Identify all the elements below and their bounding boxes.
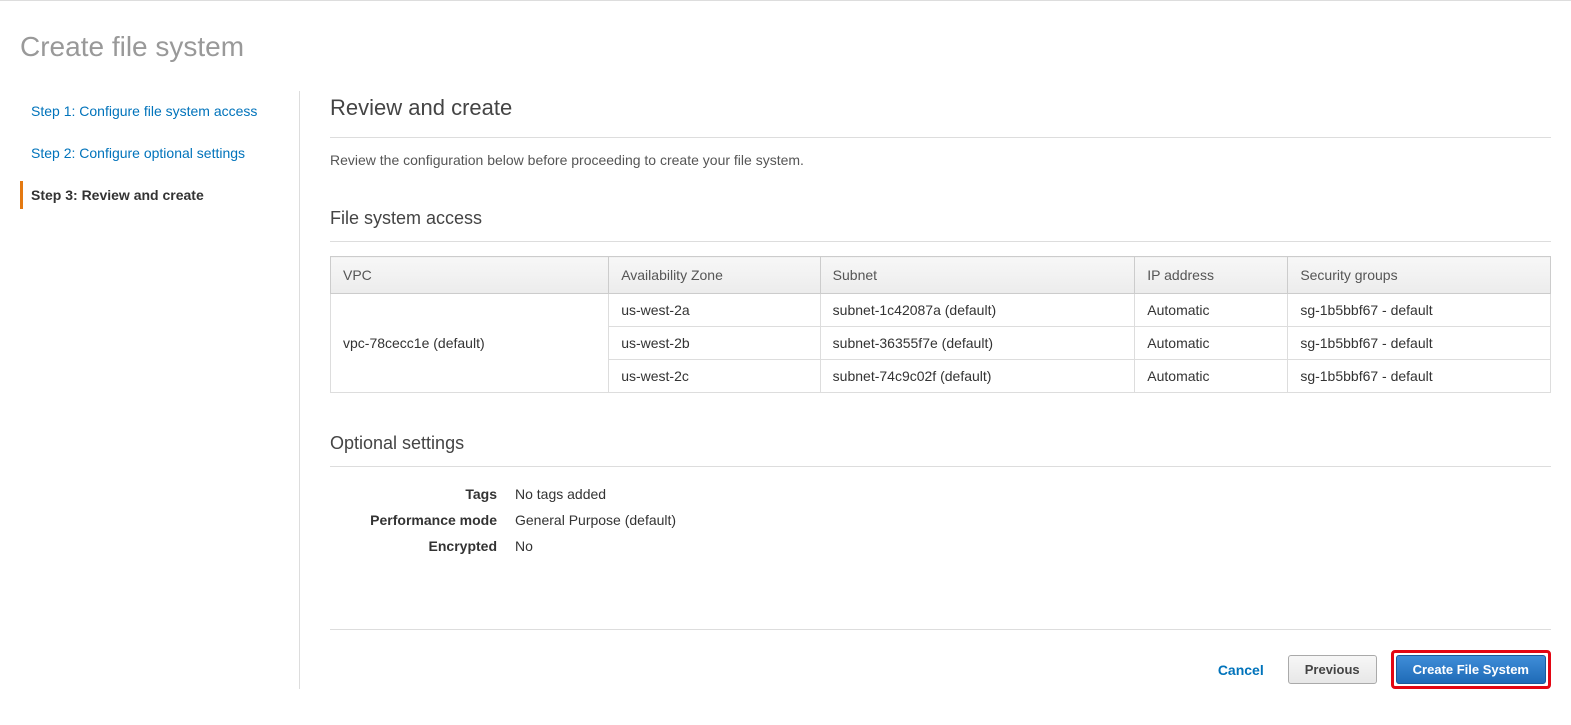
cell-ip: Automatic [1135, 327, 1288, 360]
cell-ip: Automatic [1135, 360, 1288, 393]
previous-button[interactable]: Previous [1288, 655, 1377, 684]
cell-vpc: vpc-78cecc1e (default) [331, 294, 609, 393]
divider [330, 137, 1551, 138]
col-sg: Security groups [1288, 257, 1551, 294]
divider [330, 466, 1551, 467]
cell-ip: Automatic [1135, 294, 1288, 327]
table-header-row: VPC Availability Zone Subnet IP address … [331, 257, 1551, 294]
cell-az: us-west-2c [609, 360, 820, 393]
cancel-button[interactable]: Cancel [1208, 656, 1274, 684]
create-button-highlight: Create File System [1391, 650, 1551, 689]
encrypted-label: Encrypted [330, 538, 515, 554]
step-2-link[interactable]: Step 2: Configure optional settings [20, 139, 284, 167]
performance-value: General Purpose (default) [515, 512, 676, 528]
col-vpc: VPC [331, 257, 609, 294]
wizard-steps-sidebar: Step 1: Configure file system access Ste… [20, 91, 300, 689]
cell-az: us-west-2b [609, 327, 820, 360]
col-ip: IP address [1135, 257, 1288, 294]
cell-sg: sg-1b5bbf67 - default [1288, 360, 1551, 393]
kv-performance: Performance mode General Purpose (defaul… [330, 507, 1551, 533]
fs-access-table: VPC Availability Zone Subnet IP address … [330, 256, 1551, 393]
cell-subnet: subnet-1c42087a (default) [820, 294, 1135, 327]
fs-access-title: File system access [330, 208, 1551, 229]
tags-label: Tags [330, 486, 515, 502]
step-1-link[interactable]: Step 1: Configure file system access [20, 97, 284, 125]
col-subnet: Subnet [820, 257, 1135, 294]
wizard-footer: Cancel Previous Create File System [330, 629, 1551, 689]
main-content: Review and create Review the configurati… [300, 91, 1551, 689]
review-description: Review the configuration below before pr… [330, 152, 1551, 168]
page-title: Create file system [20, 31, 1551, 63]
step-3-link[interactable]: Step 3: Review and create [20, 181, 284, 209]
optional-settings-title: Optional settings [330, 433, 1551, 454]
tags-value: No tags added [515, 486, 606, 502]
cell-sg: sg-1b5bbf67 - default [1288, 327, 1551, 360]
table-row: vpc-78cecc1e (default) us-west-2a subnet… [331, 294, 1551, 327]
cell-subnet: subnet-36355f7e (default) [820, 327, 1135, 360]
kv-encrypted: Encrypted No [330, 533, 1551, 559]
divider [330, 241, 1551, 242]
review-heading: Review and create [330, 95, 1551, 121]
create-file-system-button[interactable]: Create File System [1396, 655, 1546, 684]
encrypted-value: No [515, 538, 533, 554]
cell-sg: sg-1b5bbf67 - default [1288, 294, 1551, 327]
performance-label: Performance mode [330, 512, 515, 528]
cell-subnet: subnet-74c9c02f (default) [820, 360, 1135, 393]
kv-tags: Tags No tags added [330, 481, 1551, 507]
cell-az: us-west-2a [609, 294, 820, 327]
col-az: Availability Zone [609, 257, 820, 294]
